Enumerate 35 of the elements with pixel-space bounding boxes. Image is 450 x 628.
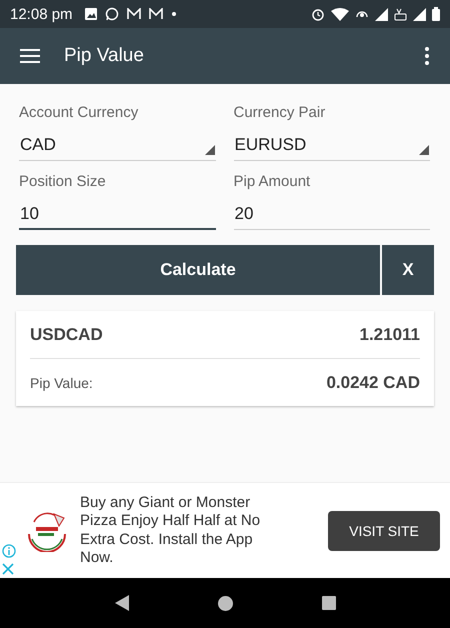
currency-dropdown[interactable]: EURUSD [234,131,430,161]
battery-icon [432,7,440,21]
dropdown-arrow-icon [419,145,429,155]
image-icon [84,8,97,20]
signal-icon [375,8,388,20]
dropdown-arrow-icon [204,145,214,155]
field-label: Currency Pair [234,104,326,121]
back-icon[interactable] [114,595,128,611]
menu-icon[interactable] [20,49,40,63]
dot-icon [170,11,177,17]
visit-site-button[interactable]: VISIT SITE [328,510,440,550]
pip-value: 0.0242 CAD [326,372,420,392]
chat-icon [104,7,119,21]
mail-icon [126,8,141,20]
input-field[interactable]: 20 [234,200,430,230]
field-label: Position Size [19,173,107,190]
wifi-icon [331,8,349,20]
clock-time: 12:08 pm [10,6,73,22]
clear-button[interactable]: X [382,245,434,295]
screen-title: Pip Value [64,45,144,67]
mail-icon [148,8,163,20]
currency-dropdown[interactable]: CAD [19,131,216,161]
input-field[interactable]: 10 [19,200,216,230]
exchange-rate: 1.21011 [359,324,420,344]
calculate-button[interactable]: Calculate [16,245,380,295]
field-label: Account Currency [19,104,140,121]
more-options-icon[interactable] [424,47,430,65]
signal-icon [413,8,426,20]
recents-icon[interactable] [322,596,336,610]
alarm-icon [311,7,325,21]
ad-text: Buy any Giant or Monster Pizza Enjoy Half Half at No Extra Cost. Install the App Now. [80,494,262,568]
home-icon[interactable] [218,596,232,610]
pip-value-label: Pip Value: [30,374,93,390]
field-label: Pip Amount [234,173,312,190]
currency-pair: USDCAD [30,324,103,344]
